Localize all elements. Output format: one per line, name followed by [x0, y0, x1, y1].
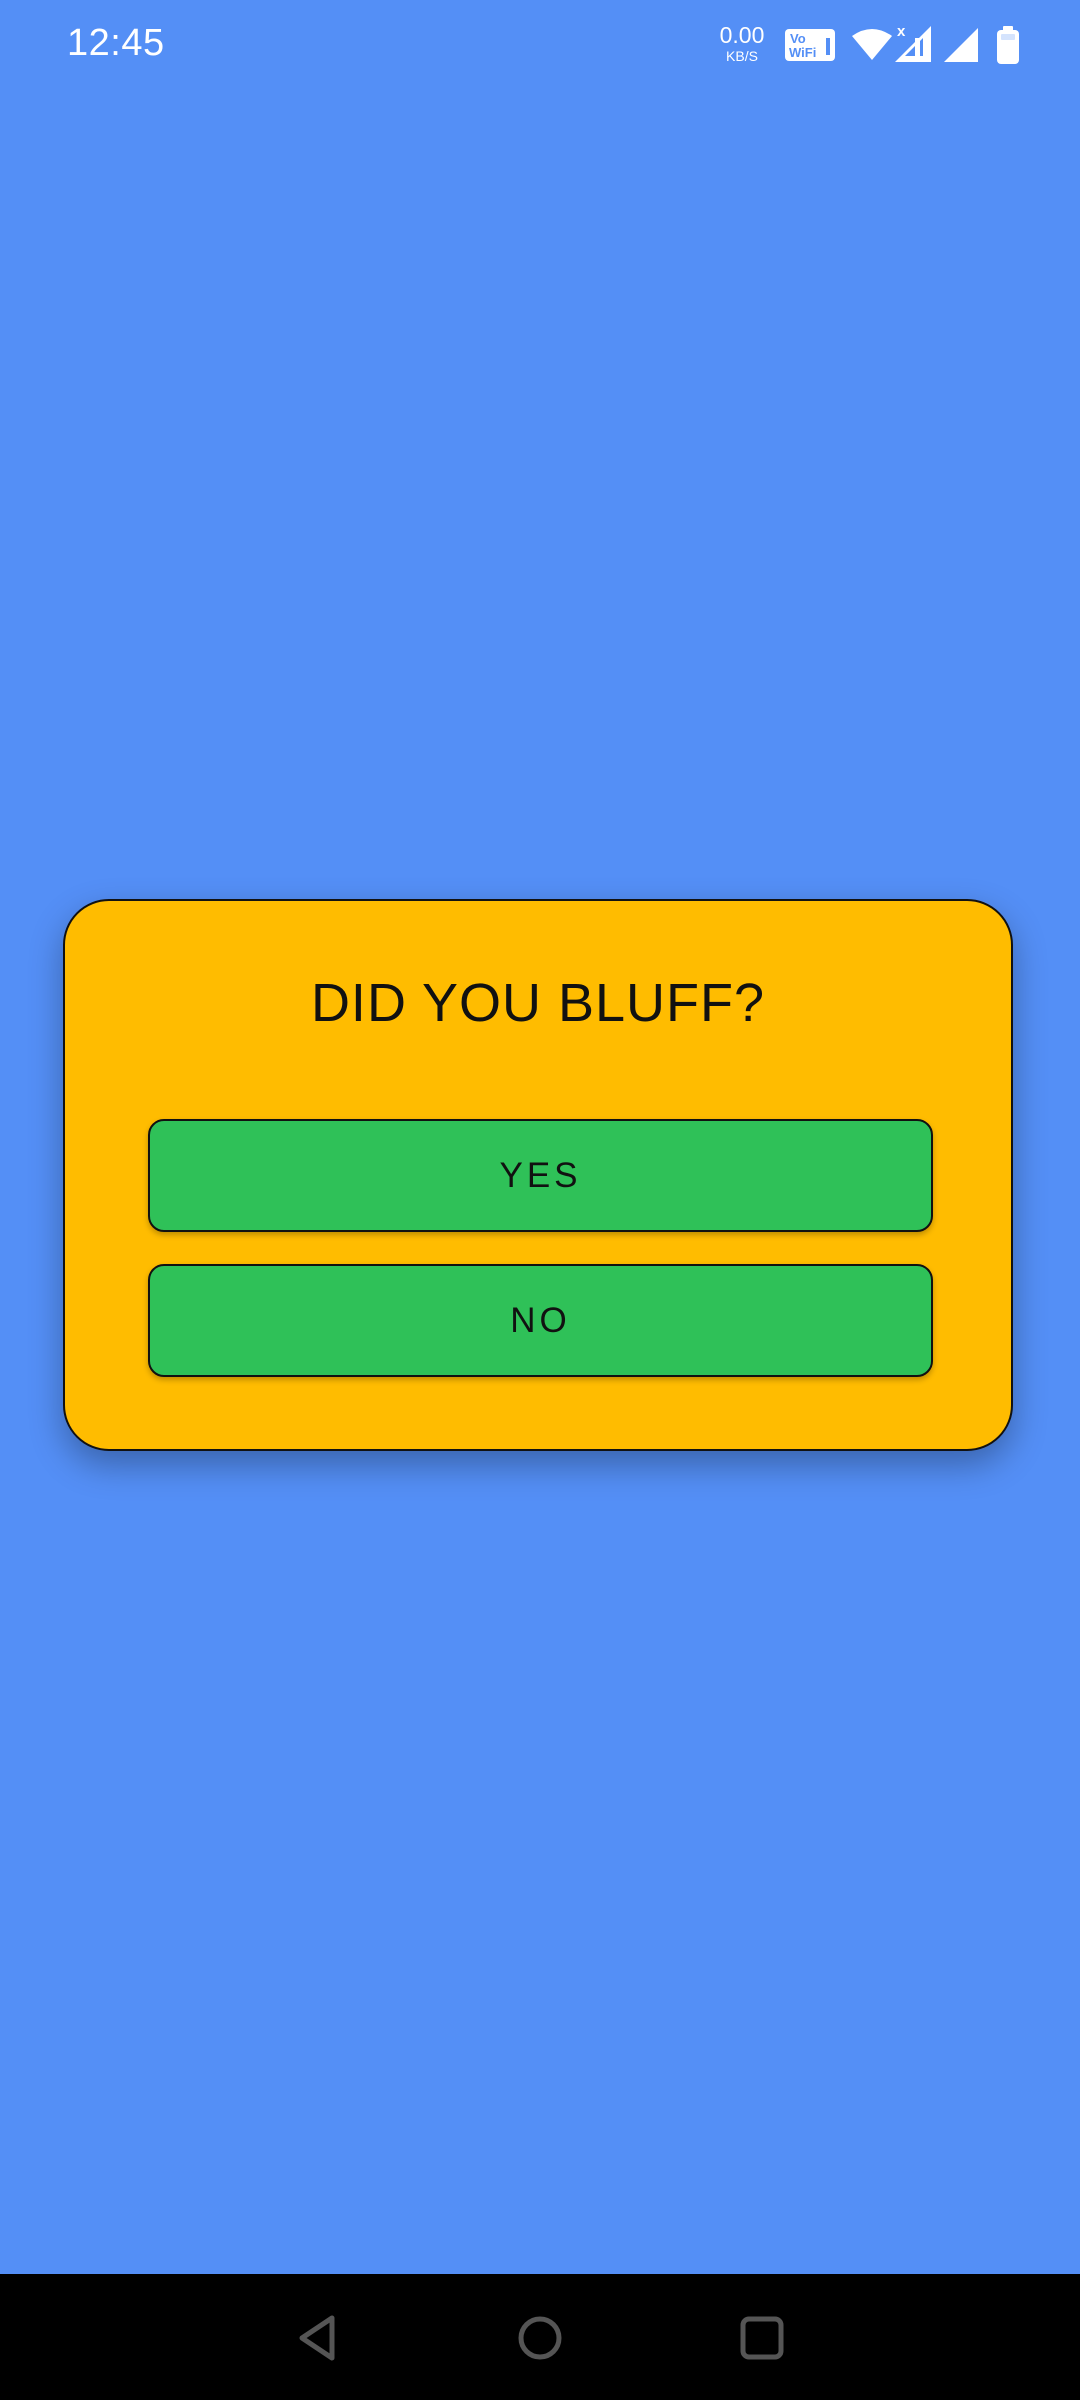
- vowifi-label-top: Vo: [790, 31, 806, 46]
- status-bar: 12:45 0.00 KB/S Vo WiFi x: [0, 0, 1080, 90]
- dialog-title: DID YOU BLUFF?: [310, 973, 766, 1033]
- svg-text:x: x: [897, 23, 906, 40]
- battery-icon: [997, 26, 1019, 64]
- back-icon[interactable]: [292, 2310, 348, 2366]
- vowifi-icon: Vo WiFi: [785, 29, 835, 61]
- recents-icon[interactable]: [734, 2310, 790, 2366]
- no-button[interactable]: NO: [148, 1264, 933, 1377]
- navigation-bar: [0, 2274, 1080, 2400]
- network-speed: 0.00 KB/S: [714, 22, 770, 64]
- signal-icon: x: [895, 23, 931, 62]
- network-speed-unit: KB/S: [726, 48, 758, 64]
- yes-button[interactable]: YES: [148, 1119, 933, 1232]
- vowifi-label-bottom: WiFi: [789, 45, 816, 60]
- home-icon[interactable]: [512, 2310, 568, 2366]
- network-speed-value: 0.00: [719, 22, 765, 48]
- wifi-icon: [852, 29, 892, 60]
- clock: 12:45: [67, 22, 165, 64]
- bluff-dialog: DID YOU BLUFF? YES NO: [63, 899, 1013, 1451]
- signal-icon: [944, 28, 978, 62]
